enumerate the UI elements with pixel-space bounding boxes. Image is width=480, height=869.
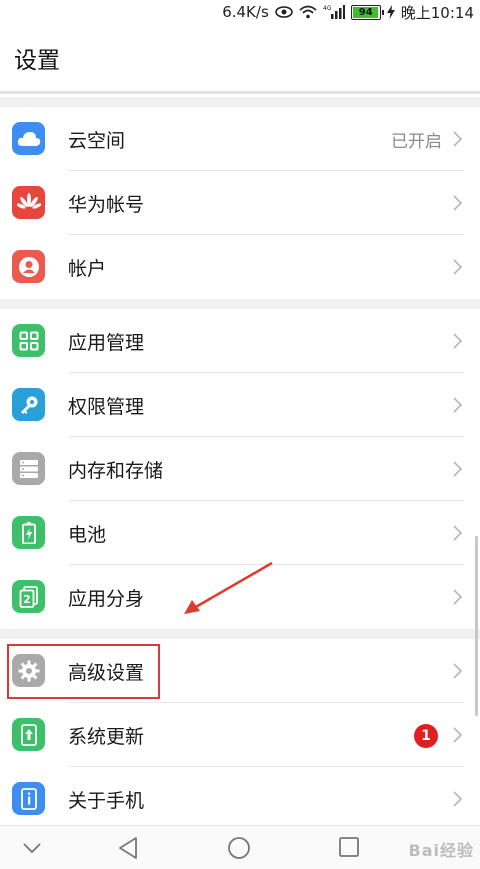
settings-item-about-phone[interactable]: 关于手机 xyxy=(0,767,480,831)
chevron-right-icon xyxy=(453,589,462,605)
chevron-right-icon xyxy=(453,397,462,413)
settings-item-storage[interactable]: 内存和存储 xyxy=(0,437,480,501)
charging-icon xyxy=(386,5,395,19)
group-separator xyxy=(0,629,480,639)
grid-icon xyxy=(12,324,45,357)
settings-item-permissions[interactable]: 权限管理 xyxy=(0,373,480,437)
wifi-icon xyxy=(299,5,317,19)
update-count-badge: 1 xyxy=(414,724,438,748)
navigation-bar: Bai经验 xyxy=(0,825,480,869)
settings-item-system-update[interactable]: 系统更新 1 xyxy=(0,703,480,767)
update-icon xyxy=(12,718,45,751)
settings-item-advanced[interactable]: 高级设置 xyxy=(0,639,480,703)
battery-icon xyxy=(12,516,45,549)
settings-item-label: 关于手机 xyxy=(68,789,145,812)
settings-item-battery[interactable]: 电池 xyxy=(0,501,480,565)
settings-item-label: 应用管理 xyxy=(68,331,145,354)
recent-apps-icon[interactable] xyxy=(338,836,360,858)
key-icon xyxy=(12,388,45,421)
settings-group-system: 高级设置 系统更新 1 关于手机 xyxy=(0,639,480,831)
settings-item-label: 权限管理 xyxy=(68,395,145,418)
settings-item-cloud[interactable]: 云空间 已开启 xyxy=(0,107,480,171)
watermark: Bai经验 xyxy=(408,841,474,860)
chevron-right-icon xyxy=(453,461,462,477)
chevron-right-icon xyxy=(453,333,462,349)
group-separator xyxy=(0,299,480,309)
chevron-right-icon xyxy=(453,195,462,211)
huawei-logo-icon xyxy=(12,186,45,219)
network-type: 4G xyxy=(323,5,332,12)
settings-item-label: 高级设置 xyxy=(68,661,145,684)
settings-item-label: 内存和存储 xyxy=(68,459,164,482)
clock: 晚上10:14 xyxy=(400,3,474,22)
cloud-icon xyxy=(12,122,45,155)
chevron-right-icon xyxy=(453,131,462,147)
gear-icon xyxy=(12,654,45,687)
back-icon[interactable] xyxy=(117,836,139,860)
chevron-right-icon xyxy=(453,525,462,541)
chevron-down-icon[interactable] xyxy=(22,842,42,854)
settings-item-label: 华为帐号 xyxy=(68,193,145,216)
network-speed: 6.4K/s xyxy=(222,3,269,21)
settings-item-label: 应用分身 xyxy=(68,587,145,610)
battery-level: 94 xyxy=(358,6,373,18)
settings-item-label: 帐户 xyxy=(68,257,107,280)
settings-item-app-management[interactable]: 应用管理 xyxy=(0,309,480,373)
settings-item-value: 已开启 xyxy=(391,131,442,152)
signal-icon: 4G xyxy=(323,4,345,20)
chevron-right-icon xyxy=(453,259,462,275)
settings-item-accounts[interactable]: 帐户 xyxy=(0,235,480,299)
svg-text:2: 2 xyxy=(23,593,31,606)
battery-indicator: 94 xyxy=(350,4,384,20)
page-title: 设置 xyxy=(14,47,60,74)
arrow-annotation-icon xyxy=(184,561,273,614)
group-separator xyxy=(0,97,480,107)
chevron-right-icon xyxy=(453,791,462,807)
settings-group-account: 云空间 已开启 华为帐号 帐户 xyxy=(0,107,480,299)
info-icon xyxy=(12,782,45,815)
settings-screen: 6.4K/s 4G 94 晚上10:14 设置 云空间 已开启 华为帐号 帐户 … xyxy=(0,0,480,869)
settings-item-huawei-id[interactable]: 华为帐号 xyxy=(0,171,480,235)
storage-icon xyxy=(12,452,45,485)
settings-item-label: 电池 xyxy=(68,523,107,546)
scrollbar[interactable] xyxy=(475,536,478,716)
user-icon xyxy=(12,250,45,283)
home-icon[interactable] xyxy=(227,836,251,860)
chevron-right-icon xyxy=(453,663,462,679)
app-twin-icon: 2 xyxy=(12,580,45,613)
page-header: 设置 xyxy=(0,24,480,94)
settings-item-label: 系统更新 xyxy=(68,725,145,748)
eye-icon xyxy=(274,6,293,18)
status-bar: 6.4K/s 4G 94 晚上10:14 xyxy=(0,0,480,24)
settings-item-label: 云空间 xyxy=(68,129,126,152)
chevron-right-icon xyxy=(453,727,462,743)
